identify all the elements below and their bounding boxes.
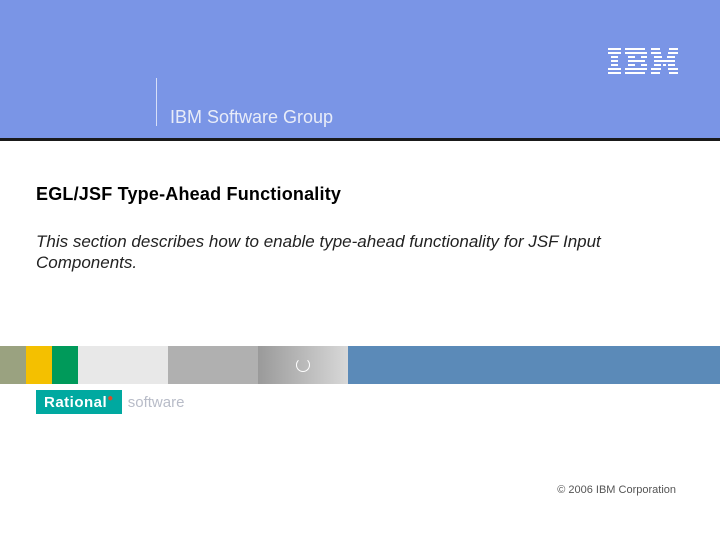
stripe-segment [78,346,168,384]
copyright-text: © 2006 IBM Corporation [557,484,676,496]
slide-description: This section describes how to enable typ… [36,231,676,274]
decorative-stripe [0,346,720,384]
header-rule [0,138,720,141]
rational-label: Rational● [36,390,122,414]
software-label: software [128,394,185,411]
stripe-segment [258,346,348,384]
stripe-segment [168,346,258,384]
stripe-segment [348,346,720,384]
rational-software-badge: Rational● software [36,390,184,414]
slide-title: EGL/JSF Type-Ahead Functionality [36,184,676,205]
group-label: IBM Software Group [170,107,333,128]
registered-mark-icon: ● [107,393,114,404]
stripe-segment [0,346,26,384]
header-divider [156,78,157,126]
rational-text: Rational [44,394,107,411]
stripe-segment [52,346,78,384]
ibm-logo-icon [608,48,678,76]
content-area: EGL/JSF Type-Ahead Functionality This se… [36,184,676,274]
slide-header: IBM Software Group [0,0,720,138]
swirl-icon [296,358,310,372]
stripe-segment [26,346,52,384]
